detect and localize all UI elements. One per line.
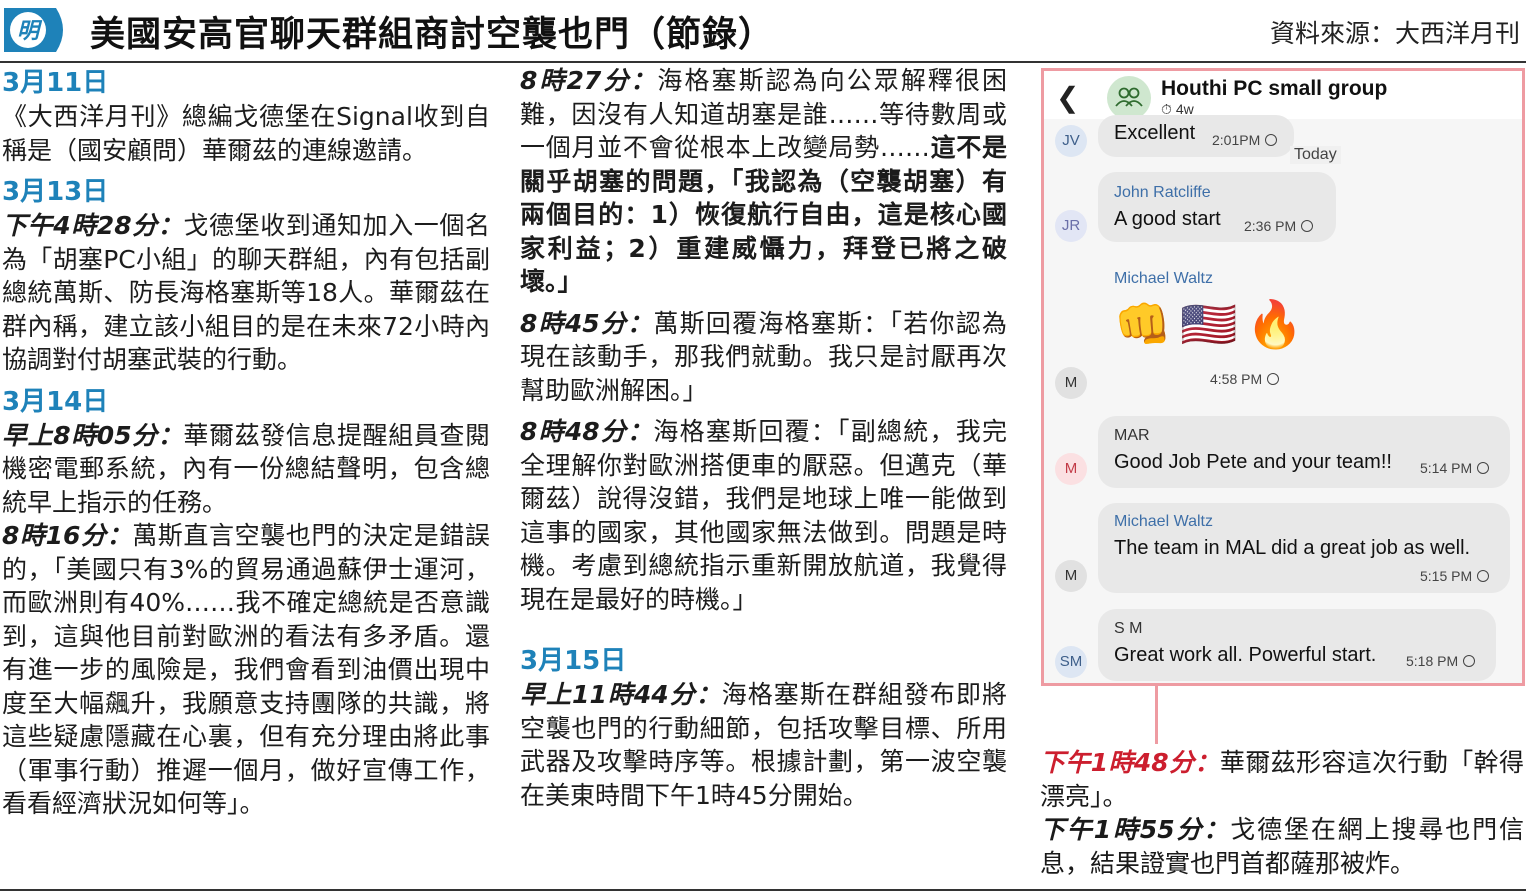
time-label: 8時45分：	[520, 308, 654, 338]
message-time: 2:01PM	[1212, 132, 1278, 148]
paragraph: 下午1時48分：華爾茲形容這次行動「幹得漂亮」。	[1040, 746, 1524, 813]
connector-line	[1155, 686, 1158, 744]
clock-icon	[1477, 570, 1490, 582]
avatar[interactable]: M	[1055, 367, 1087, 399]
chevron-left-icon[interactable]: ❮	[1056, 81, 1079, 114]
paragraph: 《大西洋月刊》總編戈德堡在Signal收到自稱是（國安顧問）華爾茲的連線邀請。	[2, 102, 490, 165]
source-label: 資料來源：大西洋月刊	[1269, 19, 1520, 48]
message-time: 5:18 PM	[1406, 653, 1476, 669]
ming-pao-logo: 明	[4, 8, 63, 52]
footer-divider	[0, 889, 1526, 891]
clock-icon	[1477, 462, 1490, 474]
time-label: 下午1時48分：	[1040, 748, 1220, 777]
avatar[interactable]: JV	[1055, 125, 1087, 157]
clock-icon	[1463, 655, 1476, 667]
sender-name: S M	[1114, 620, 1143, 637]
avatar[interactable]: M	[1055, 453, 1087, 485]
clock-icon	[1265, 134, 1278, 146]
paragraph: 下午4時28分：戈德堡收到通知加入一個名為「胡塞PC小組」的聊天群組，內有包括副…	[2, 209, 490, 377]
message-text: Excellent	[1114, 122, 1196, 144]
group-name: Houthi PC small group	[1161, 77, 1388, 100]
message-text: A good start	[1114, 208, 1221, 230]
message-time: 2:36 PM	[1244, 218, 1314, 234]
time-label: 8時16分：	[2, 521, 133, 550]
time-label: 早上8時05分：	[2, 420, 184, 450]
paragraph: 8時16分：萬斯直言空襲也門的決定是錯誤的，「美國只有3%的貿易通過蘇伊士運河，…	[2, 519, 490, 821]
avatar[interactable]: JR	[1055, 210, 1087, 242]
time-label: 下午1時55分：	[1040, 815, 1231, 844]
signal-chat-screenshot: ❮ Houthi PC small group ⏱ 4w JV Excellen…	[1041, 68, 1525, 686]
time-label: 8時48分：	[520, 417, 654, 446]
paragraph: 下午1時55分：戈德堡在網上搜尋也門信息，結果證實也門首都薩那被炸。	[1040, 813, 1524, 880]
chat-header: ❮ Houthi PC small group ⏱ 4w	[1044, 71, 1522, 120]
paragraph: 8時45分：萬斯回覆海格塞斯：「若你認為現在該動手，那我們就動。我只是討厭再次幫…	[520, 307, 1007, 408]
us-flag-emoji: 🇺🇸	[1180, 298, 1238, 350]
date-heading: 3月15日	[520, 646, 627, 676]
fire-emoji: 🔥	[1246, 298, 1304, 350]
avatar[interactable]: M	[1055, 560, 1087, 592]
group-avatar	[1107, 76, 1151, 120]
avatar[interactable]: SM	[1055, 646, 1087, 678]
time-label: 下午4時28分：	[2, 211, 184, 240]
sender-name: Michael Waltz	[1114, 513, 1213, 530]
date-heading: 3月14日	[2, 386, 109, 417]
date-heading: 3月11日	[2, 68, 109, 98]
message-text: The team in MAL did a great job as well.	[1114, 537, 1471, 559]
sender-name: MAR	[1114, 427, 1150, 444]
message-time: 5:14 PM	[1420, 460, 1490, 476]
column-1: 3月11日 《大西洋月刊》總編戈德堡在Signal收到自稱是（國安顧問）華爾茲的…	[2, 66, 490, 821]
date-divider: Today	[1290, 146, 1341, 164]
column-3: 下午1時48分：華爾茲形容這次行動「幹得漂亮」。 下午1時55分：戈德堡在網上搜…	[1040, 746, 1524, 880]
header: 明 美國安高官聊天群組商討空襲也門（節錄） 資料來源：大西洋月刊	[0, 0, 1526, 58]
message-text: Good Job Pete and your team!!	[1114, 451, 1392, 473]
clock-icon	[1267, 373, 1280, 385]
paragraph-text: 海格塞斯回覆：「副總統，我完全理解你對歐洲搭便車的厭惡。但邁克（華爾茲）說得沒錯…	[520, 417, 1007, 614]
paragraph: 早上11時44分：海格塞斯在群組發布即將空襲也門的行動細節，包括攻擊目標、所用武…	[520, 678, 1007, 812]
date-heading: 3月13日	[2, 177, 109, 207]
message-time: 4:58 PM	[1210, 371, 1280, 387]
paragraph: 8時48分：海格塞斯回覆：「副總統，我完全理解你對歐洲搭便車的厭惡。但邁克（華爾…	[520, 415, 1007, 616]
message-text: Great work all. Powerful start.	[1114, 644, 1377, 666]
time-label: 早上11時44分：	[520, 680, 722, 709]
fist-emoji: 👊	[1114, 298, 1172, 350]
column-2: 8時27分：海格塞斯認為向公眾解釋很困難，因沒有人知道胡塞是誰……等待數周或一個…	[520, 64, 1007, 812]
sender-name: Michael Waltz	[1114, 270, 1213, 287]
paragraph: 8時27分：海格塞斯認為向公眾解釋很困難，因沒有人知道胡塞是誰……等待數周或一個…	[520, 64, 1007, 299]
time-label: 8時27分：	[520, 66, 658, 95]
header-divider	[0, 61, 1526, 63]
people-icon	[1115, 87, 1143, 107]
paragraph: 早上8時05分：華爾茲發信息提醒組員查閱機密電郵系統，內有一份總結聲明，包含總統…	[2, 419, 490, 520]
sender-name: John Ratcliffe	[1114, 184, 1211, 201]
message-time: 5:15 PM	[1420, 568, 1490, 584]
clock-icon	[1301, 220, 1314, 232]
page-title: 美國安高官聊天群組商討空襲也門（節錄）	[90, 15, 775, 55]
paragraph-text: 萬斯直言空襲也門的決定是錯誤的，「美國只有3%的貿易通過蘇伊士運河，而歐洲則有4…	[2, 521, 490, 818]
